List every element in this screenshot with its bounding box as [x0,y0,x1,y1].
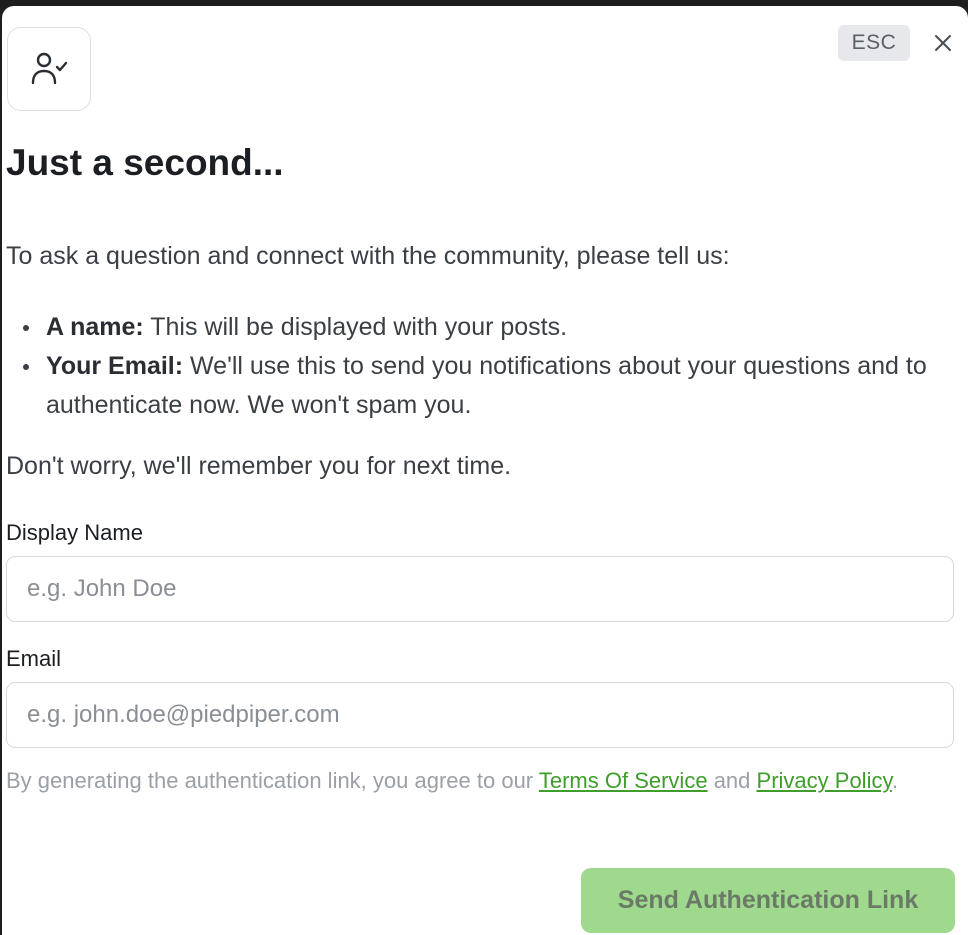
dialog-title: Just a second... [6,142,284,183]
list-item: Your Email: We'll use this to send you n… [6,347,946,425]
email-input[interactable] [6,682,954,748]
display-name-label: Display Name [6,520,143,545]
close-icon [935,35,951,51]
user-check-icon-box [7,27,91,111]
bullet-text-name: This will be displayed with your posts. [150,313,568,341]
close-button[interactable] [928,28,958,58]
info-list: A name: This will be displayed with your… [6,308,946,425]
terms-prefix: By generating the authentication link, y… [6,768,534,793]
user-check-icon [31,52,68,85]
terms-suffix: . [891,768,898,793]
privacy-policy-link[interactable]: Privacy Policy [757,768,892,793]
send-authentication-link-button[interactable]: Send Authentication Link [581,868,955,933]
email-label: Email [6,646,62,671]
auth-dialog: ESC Just a second... To ask a question a… [2,6,968,935]
list-item: A name: This will be displayed with your… [6,308,946,347]
terms-of-service-link[interactable]: Terms Of Service [539,768,708,793]
esc-badge: ESC [838,25,910,61]
terms-and: and [713,768,751,793]
display-name-input[interactable] [6,556,954,622]
bullet-label-email: Your Email: [46,352,184,380]
bullet-label-name: A name: [46,313,144,341]
terms-notice: By generating the authentication link, y… [6,764,936,797]
reassurance-text: Don't worry, we'll remember you for next… [6,452,512,480]
intro-text: To ask a question and connect with the c… [6,242,730,270]
